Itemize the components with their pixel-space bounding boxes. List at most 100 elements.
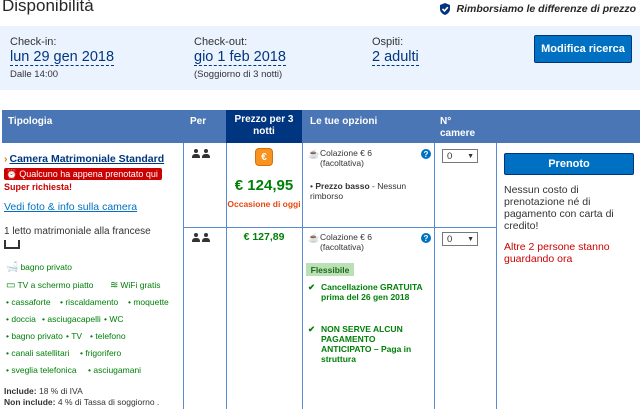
feature-label: WiFi gratis <box>120 280 161 290</box>
no-fees-notice: Nessun costo di prenotazione né di pagam… <box>504 184 614 232</box>
col-header-per: Per <box>190 116 207 127</box>
info-icon[interactable]: ? <box>421 149 431 159</box>
tv-icon: ▭ <box>6 280 16 291</box>
checkin-block: Check-in: lun 29 gen 2018 Dalle 14:00 <box>10 36 115 80</box>
feature-satellite: • canali satellitari <box>6 348 70 358</box>
modify-search-button[interactable]: Modifica ricerca <box>534 35 632 63</box>
deal-badge-icon: € <box>255 148 273 166</box>
qty-value: 0 <box>447 150 453 162</box>
info-icon[interactable]: ? <box>421 233 431 243</box>
col-header-price: Prezzo per 3 notti <box>226 110 302 143</box>
no-prepayment: ✔ NON SERVE ALCUN PAGAMENTO ANTICIPATO – … <box>308 324 426 364</box>
feature-bath: • bagno privato <box>6 331 63 341</box>
price-match-text: Rimborsiamo le differenze di prezzo <box>456 3 636 15</box>
guests-block: Ospiti: 2 adulti <box>372 36 419 66</box>
table-body: › Camera Matrimoniale Standard ⏰ Qualcuno… <box>2 143 640 409</box>
free-cancellation-text: Cancellazione GRATUITA prima del 26 gen … <box>321 282 423 302</box>
checkmark-icon: ✔ <box>308 324 316 334</box>
two-persons-icon <box>192 233 210 242</box>
not-includes-text: 4 % di Tassa di soggiorno . <box>57 397 160 407</box>
feature-wakeup: • sveglia telefonica <box>6 365 77 375</box>
coffee-cup-icon: ☕ <box>308 149 320 159</box>
feature-label: moquette <box>133 297 169 307</box>
includes-line: Include: 18 % di IVA <box>4 386 159 397</box>
option-1-room-select[interactable]: 0 ▼ <box>442 149 478 163</box>
feature-wc: • WC <box>104 314 124 324</box>
checkin-label: Check-in: <box>10 36 57 48</box>
option-1-price: € 124,95 <box>234 177 294 194</box>
feature-wifi: ≋ WiFi gratis <box>110 280 161 291</box>
bed-type: 1 letto matrimoniale alla francese <box>4 226 151 237</box>
option-1-breakfast: Colazione € 6 (facoltativa) <box>320 148 372 168</box>
checkout-block: Check-out: gio 1 feb 2018 (Soggiorno di … <box>194 36 286 80</box>
col-header-rooms: N° camere <box>440 116 476 139</box>
feature-label: bagno privato <box>11 331 63 341</box>
checkin-time: Dalle 14:00 <box>10 69 59 80</box>
col-header-options: Le tue opzioni <box>310 116 378 127</box>
checkmark-icon: ✔ <box>308 282 316 292</box>
coffee-cup-icon: ☕ <box>308 233 320 243</box>
checkout-date[interactable]: gio 1 feb 2018 <box>194 49 286 66</box>
search-summary: Check-in: lun 29 gen 2018 Dalle 14:00 Ch… <box>0 26 640 90</box>
option-1-policy: • Prezzo basso - Nessun rimborso <box>310 181 407 201</box>
alarm-clock-icon: ⏰ <box>6 168 18 179</box>
bath-icon: 🛁 <box>6 262 19 273</box>
chevron-down-icon: ▼ <box>467 235 474 243</box>
low-price-label: Prezzo basso <box>315 181 370 191</box>
feature-safe: • cassaforte <box>6 297 51 307</box>
feature-label: bagno privato <box>20 262 72 272</box>
feature-phone: • telefono <box>90 331 126 341</box>
room-name-link[interactable]: › Camera Matrimoniale Standard <box>4 153 164 165</box>
bed-icon <box>4 240 20 249</box>
feature-shower: • doccia <box>6 314 36 324</box>
room-name-text: Camera Matrimoniale Standard <box>9 153 165 165</box>
taxes-info: Include: 18 % di IVA Non include: 4 % di… <box>4 386 159 408</box>
super-requested-label: Super richiesta! <box>4 182 73 192</box>
feature-label: asciugacapelli <box>47 314 101 324</box>
feature-label: frigorifero <box>85 348 122 358</box>
feature-fridge: • frigorifero <box>80 348 122 358</box>
checkin-date[interactable]: lun 29 gen 2018 <box>10 49 115 66</box>
feature-label: TV a schermo piatto <box>17 280 94 290</box>
page-title: Disponibilità <box>2 0 94 15</box>
feature-label: riscaldamento <box>65 297 119 307</box>
option-2-breakfast: Colazione € 6 (facoltativa) <box>320 232 372 252</box>
feature-label: cassaforte <box>11 297 51 307</box>
room-photos-link[interactable]: Vedi foto & info sulla camera <box>4 201 137 213</box>
includes-label: Include: <box>4 386 37 396</box>
recently-booked-text: Qualcuno ha appena prenotato qui <box>19 169 158 179</box>
wifi-icon: ≋ <box>110 280 119 291</box>
stay-length: (Soggiorno di 3 notti) <box>194 69 283 80</box>
free-cancellation: ✔ Cancellazione GRATUITA prima del 26 gen… <box>308 282 426 302</box>
feature-label: asciugamani <box>93 365 142 375</box>
guests-label: Ospiti: <box>372 36 404 48</box>
feature-flat-tv: ▭ TV a schermo piatto <box>6 280 94 291</box>
chevron-down-icon: ▼ <box>467 152 474 160</box>
col-divider <box>496 143 497 409</box>
book-button[interactable]: Prenoto <box>504 153 634 175</box>
col-divider <box>183 143 184 409</box>
feature-label: telefono <box>95 331 126 341</box>
col-divider <box>434 143 435 409</box>
arrow-right-icon: › <box>4 153 8 165</box>
guests-value[interactable]: 2 adulti <box>372 49 419 66</box>
recently-booked-badge: ⏰ Qualcuno ha appena prenotato qui <box>4 168 162 180</box>
rooms-table: Tipologia Per Prezzo per 3 notti Le tue … <box>2 110 640 409</box>
feature-private-bathroom: 🛁 bagno privato <box>6 262 72 273</box>
two-persons-icon <box>192 149 210 158</box>
flexible-badge: Flessibile <box>306 263 354 276</box>
no-prepayment-text: NON SERVE ALCUN PAGAMENTO ANTICIPATO – P… <box>321 324 412 364</box>
option-2-price: € 127,89 <box>243 231 285 243</box>
feature-label: canali satellitari <box>11 348 70 358</box>
table-header: Tipologia Per Prezzo per 3 notti Le tue … <box>2 110 640 143</box>
feature-carpet: • moquette <box>128 297 169 307</box>
row-divider <box>183 227 496 228</box>
shield-check-icon <box>440 3 451 15</box>
option-2-room-select[interactable]: 0 ▼ <box>442 232 478 246</box>
feature-label: sveglia telefonica <box>11 365 77 375</box>
not-includes-line: Non include: 4 % di Tassa di soggiorno . <box>4 397 159 408</box>
people-watching-notice: Altre 2 persone stanno guardando ora <box>504 241 610 265</box>
feature-label: doccia <box>11 314 36 324</box>
checkout-label: Check-out: <box>194 36 248 48</box>
feature-tv: • TV <box>66 331 83 341</box>
